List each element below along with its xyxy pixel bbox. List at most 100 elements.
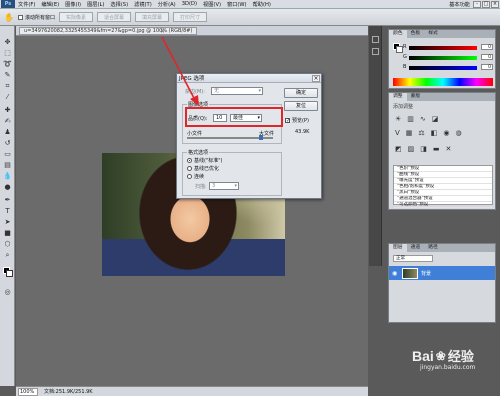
minimize-button[interactable]: -	[473, 0, 481, 8]
background-color-swatch[interactable]	[6, 270, 13, 277]
green-slider[interactable]	[409, 56, 477, 60]
color-balance-icon[interactable]: ⚖	[418, 129, 424, 137]
posterize-icon[interactable]: ▨	[408, 145, 415, 153]
quality-slider[interactable]	[187, 135, 273, 140]
menu-view[interactable]: 视图(V)	[200, 1, 224, 8]
fill-screen-button[interactable]: 填充屏幕	[135, 12, 170, 22]
channel-mixer-icon[interactable]: ◍	[455, 129, 461, 137]
clone-stamp-tool-icon[interactable]: ♟	[3, 128, 12, 137]
format-baseline-standard-radio[interactable]	[187, 158, 192, 163]
selective-color-icon[interactable]: ✕	[446, 145, 452, 153]
list-item[interactable]: "可选颜色"预设	[394, 202, 492, 208]
move-tool-icon[interactable]: ✥	[3, 38, 12, 47]
eraser-tool-icon[interactable]: ▭	[3, 150, 12, 159]
menu-analysis[interactable]: 分析(A)	[155, 1, 179, 8]
marquee-tool-icon[interactable]: ⬚	[3, 49, 12, 58]
brightness-icon[interactable]: ☀	[395, 115, 401, 123]
actions-panel-icon[interactable]	[372, 48, 379, 55]
blue-slider[interactable]	[409, 66, 477, 70]
menu-help[interactable]: 帮助(H)	[250, 1, 274, 8]
green-value-field[interactable]: 0	[481, 54, 493, 60]
path-select-tool-icon[interactable]: ➤	[3, 218, 12, 227]
format-baseline-optimized-radio[interactable]	[187, 166, 192, 171]
threshold-icon[interactable]: ◨	[420, 145, 427, 153]
close-icon[interactable]: ×	[312, 74, 320, 82]
quality-slider-thumb[interactable]	[259, 135, 263, 140]
fit-screen-button[interactable]: 适合屏幕	[97, 12, 132, 22]
blend-mode-select[interactable]: 正常	[393, 255, 433, 262]
close-icon[interactable]: ×	[160, 28, 165, 35]
vibrance-icon[interactable]: V	[395, 129, 400, 137]
reset-button[interactable]: 复位	[284, 101, 318, 111]
levels-icon[interactable]: ▥	[407, 115, 414, 123]
quick-mask-icon[interactable]: ◎	[3, 288, 12, 297]
eyedropper-tool-icon[interactable]: ⁄	[3, 93, 12, 102]
red-slider[interactable]	[409, 46, 477, 50]
black-white-icon[interactable]: ◧	[431, 129, 438, 137]
eye-icon[interactable]: ◉	[392, 270, 399, 277]
menu-window[interactable]: 窗口(W)	[224, 1, 250, 8]
menu-select[interactable]: 选择(S)	[107, 1, 131, 8]
dialog-titlebar[interactable]: JPEG 选项 ×	[177, 74, 321, 83]
actual-pixels-button[interactable]: 实际像素	[58, 12, 93, 22]
red-value-field[interactable]: 0	[481, 44, 493, 50]
background-color-swatch[interactable]	[396, 46, 403, 53]
zoom-level-field[interactable]: 100%	[18, 387, 38, 396]
adjustment-icons-row-2: V ▦ ⚖ ◧ ◉ ◍	[395, 129, 462, 137]
menu-edit[interactable]: 编辑(E)	[38, 1, 62, 8]
scroll-all-windows-checkbox[interactable]: 滚动所有窗口	[17, 14, 55, 21]
blue-value-field[interactable]: 0	[481, 64, 493, 70]
pen-tool-icon[interactable]: ✒	[3, 196, 12, 205]
tab-swatches[interactable]: 色板	[407, 30, 425, 38]
watermark-url: jingyan.baidu.com	[420, 364, 476, 371]
curves-icon[interactable]: ∿	[420, 115, 426, 123]
blur-tool-icon[interactable]: 💧	[3, 172, 12, 181]
hue-saturation-icon[interactable]: ▦	[406, 129, 413, 137]
layer-row-background[interactable]: ◉ 背景	[389, 266, 495, 280]
ok-button[interactable]: 确定	[284, 88, 318, 98]
close-window-button[interactable]: ×	[491, 0, 499, 8]
adjustments-panel: 调整 蒙版 添加调整 ☀ ▥ ∿ ◪ V ▦ ⚖ ◧ ◉ ◍ ◩ ▨ ◨ ▬ ✕…	[388, 92, 496, 210]
workspace-switcher[interactable]: 基本功能	[446, 1, 473, 8]
scans-select[interactable]: 3 ▾	[209, 182, 239, 190]
tab-color[interactable]: 颜色	[389, 30, 407, 38]
crop-tool-icon[interactable]: ⌗	[3, 82, 12, 91]
layer-name: 背景	[421, 270, 432, 277]
menu-filter[interactable]: 滤镜(T)	[131, 1, 155, 8]
menu-image[interactable]: 图像(I)	[62, 1, 84, 8]
gradient-map-icon[interactable]: ▬	[433, 145, 440, 153]
menu-layer[interactable]: 图层(L)	[84, 1, 107, 8]
tab-paths[interactable]: 路径	[424, 244, 442, 252]
menu-3d[interactable]: 3D(D)	[179, 1, 200, 7]
exposure-icon[interactable]: ◪	[432, 115, 439, 123]
format-progressive-radio[interactable]	[187, 174, 192, 179]
shape-tool-icon[interactable]: ■	[3, 229, 12, 238]
quick-select-tool-icon[interactable]: ✎	[3, 71, 12, 80]
tab-masks[interactable]: 蒙版	[407, 93, 425, 101]
matte-select[interactable]: 无 ▾	[211, 87, 263, 95]
type-tool-icon[interactable]: T	[3, 207, 12, 216]
brush-tool-icon[interactable]: ✍	[3, 117, 12, 126]
print-size-button[interactable]: 打印尺寸	[173, 12, 208, 22]
zoom-tool-icon[interactable]: ⌕	[3, 251, 12, 260]
3d-tool-icon[interactable]: ⬡	[3, 240, 12, 249]
tab-styles[interactable]: 样式	[424, 30, 442, 38]
dodge-tool-icon[interactable]: ●	[3, 183, 12, 192]
photo-filter-icon[interactable]: ◉	[443, 129, 449, 137]
gradient-tool-icon[interactable]: ▤	[3, 161, 12, 170]
tab-adjustments[interactable]: 调整	[389, 93, 407, 101]
invert-icon[interactable]: ◩	[395, 145, 402, 153]
lasso-tool-icon[interactable]: ➰	[3, 60, 12, 69]
color-spectrum-bar[interactable]	[393, 78, 493, 86]
tab-layers[interactable]: 图层	[389, 244, 407, 252]
healing-tool-icon[interactable]: ✚	[3, 106, 12, 115]
maximize-button[interactable]: □	[482, 0, 490, 8]
menu-file[interactable]: 文件(F)	[15, 1, 38, 8]
history-brush-tool-icon[interactable]: ↺	[3, 139, 12, 148]
layers-panel: 图层 通道 路径 正常 ◉ 背景	[388, 243, 496, 323]
preview-checkbox[interactable]: ✓	[285, 118, 290, 124]
tab-channels[interactable]: 通道	[407, 244, 425, 252]
document-tab[interactable]: u=3497620082,3325455349&fm=27&gp=0.jpg @…	[19, 27, 198, 35]
checkbox-box[interactable]	[17, 14, 23, 20]
history-panel-icon[interactable]	[372, 36, 379, 43]
